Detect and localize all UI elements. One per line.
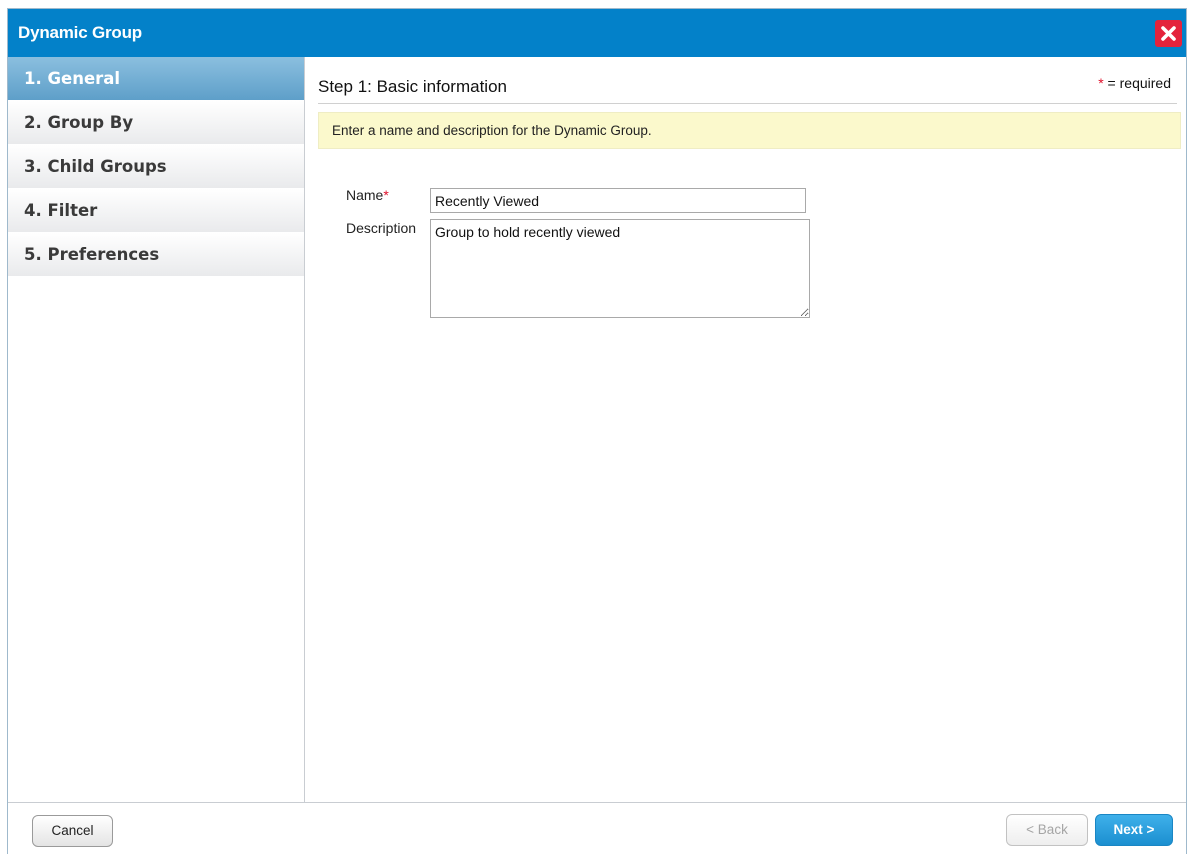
cancel-button[interactable]: Cancel — [32, 815, 113, 847]
description-label: Description — [346, 220, 417, 236]
dialog-title: Dynamic Group — [18, 23, 142, 42]
sidebar-item-label: 4. Filter — [24, 201, 98, 220]
sidebar-item-preferences[interactable]: 5. Preferences — [8, 233, 304, 277]
dialog-footer: Cancel < Back Next > — [8, 802, 1186, 855]
name-label-text: Name — [346, 187, 384, 203]
sidebar-item-child-groups[interactable]: 3. Child Groups — [8, 145, 304, 189]
close-button[interactable] — [1155, 20, 1182, 47]
dynamic-group-dialog: Dynamic Group 1. General 2. Group By 3. … — [7, 8, 1187, 855]
close-icon — [1161, 26, 1176, 41]
sidebar-item-general[interactable]: 1. General — [8, 57, 304, 101]
name-label: Name* — [346, 187, 389, 203]
name-input[interactable] — [430, 188, 806, 213]
step-header: Step 1: Basic information * = required — [318, 57, 1177, 104]
sidebar-item-group-by[interactable]: 2. Group By — [8, 101, 304, 145]
sidebar-item-label: 2. Group By — [24, 113, 134, 132]
back-button[interactable]: < Back — [1006, 814, 1088, 846]
sidebar-item-filter[interactable]: 4. Filter — [8, 189, 304, 233]
info-message: Enter a name and description for the Dyn… — [318, 112, 1181, 149]
main-panel: Step 1: Basic information * = required E… — [305, 57, 1186, 802]
description-textarea[interactable]: Group to hold recently viewed — [430, 219, 810, 318]
sidebar-item-label: 1. General — [24, 69, 121, 88]
dialog-titlebar: Dynamic Group — [8, 9, 1186, 57]
sidebar-item-label: 3. Child Groups — [24, 157, 167, 176]
step-title: Step 1: Basic information — [318, 77, 507, 96]
sidebar-item-label: 5. Preferences — [24, 245, 160, 264]
next-button[interactable]: Next > — [1095, 814, 1173, 846]
required-note: * = required — [1098, 75, 1171, 91]
required-star: * — [383, 187, 389, 203]
required-text: = required — [1103, 75, 1171, 91]
wizard-sidebar: 1. General 2. Group By 3. Child Groups 4… — [8, 57, 305, 802]
